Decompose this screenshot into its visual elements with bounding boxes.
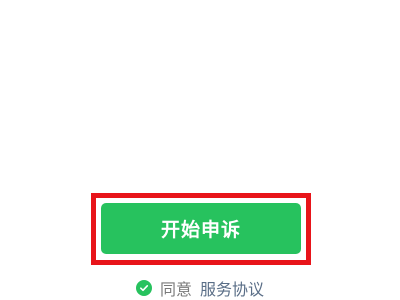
service-agreement-link[interactable]: 服务协议 (200, 276, 264, 300)
check-icon[interactable] (135, 280, 152, 296)
start-appeal-button[interactable]: 开始申诉 (101, 203, 301, 254)
agreement-row: 同意 服务协议 (0, 276, 400, 300)
agree-label: 同意 (159, 280, 192, 299)
